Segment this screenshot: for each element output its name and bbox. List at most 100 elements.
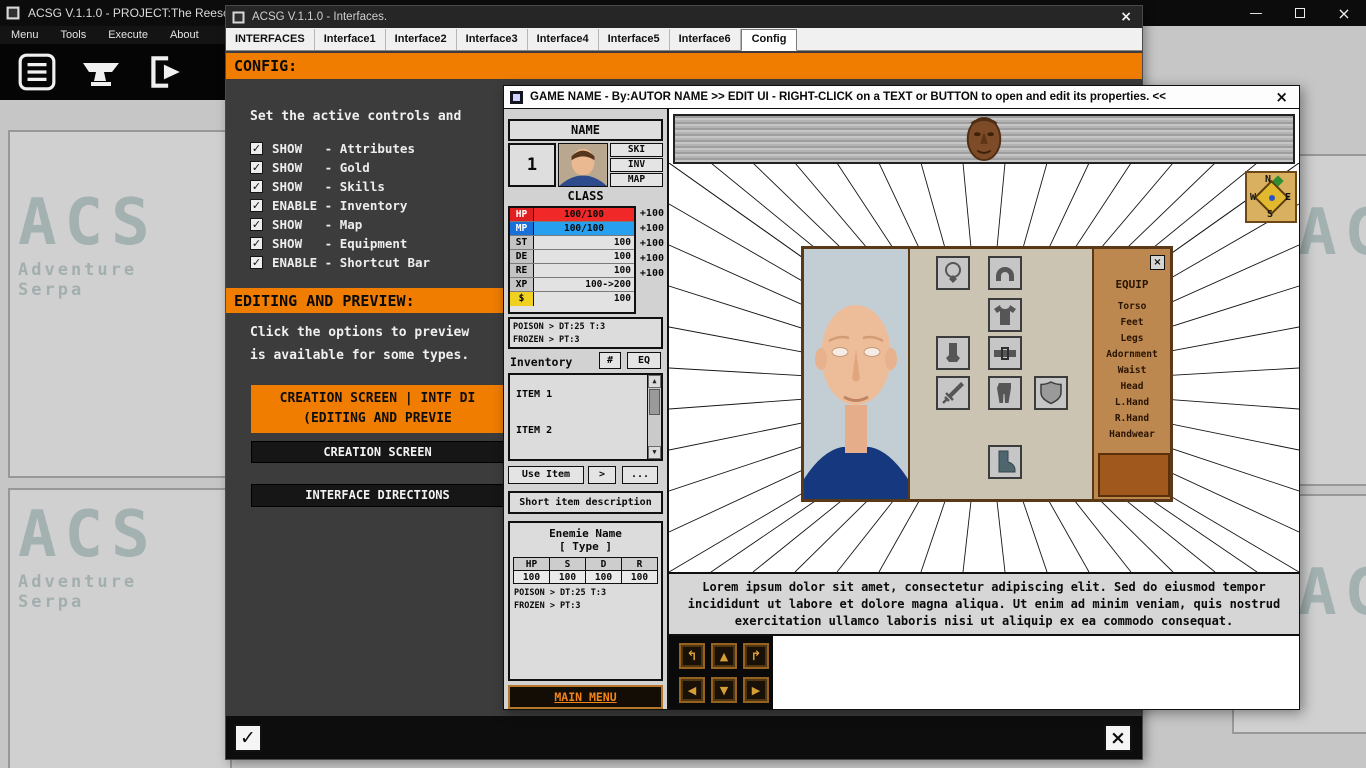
- menu-item-menu[interactable]: Menu: [0, 29, 50, 41]
- tab-config[interactable]: Config: [740, 29, 798, 51]
- turn-left-button[interactable]: ↰: [679, 643, 705, 669]
- checkbox-show-map[interactable]: ✓ SHOW - Map: [250, 215, 430, 234]
- inventory-item[interactable]: ITEM 2: [516, 425, 552, 436]
- map-button[interactable]: MAP: [610, 173, 663, 187]
- list-icon: [18, 53, 56, 91]
- up-arrow-icon: ▲: [719, 649, 729, 663]
- equip-slot-label-feet: Feet: [1120, 317, 1144, 328]
- status-frozen: FROZEN > PT:3: [513, 335, 580, 345]
- stat-row-xp: XP 100->200: [510, 278, 634, 292]
- run-toolbar-button[interactable]: [138, 47, 192, 97]
- menu-item-tools[interactable]: Tools: [50, 29, 98, 41]
- tab-interface5[interactable]: Interface5: [599, 29, 670, 50]
- creation-screen-button[interactable]: CREATION SCREEN: [251, 441, 504, 463]
- equip-close-icon[interactable]: ×: [1150, 255, 1165, 270]
- inventory-item[interactable]: ITEM 1: [516, 389, 552, 400]
- skills-button[interactable]: SKI: [610, 143, 663, 157]
- checkbox-icon: ✓: [250, 161, 263, 174]
- game-body: NAME 1 SKI INV MAP CLASS HP 100/100 MP 1…: [504, 109, 1299, 709]
- checkbox-label: ENABLE - Inventory: [272, 198, 408, 213]
- scrollbar-thumb[interactable]: [649, 389, 660, 415]
- character-name-box[interactable]: NAME: [508, 119, 663, 141]
- menu-item-about[interactable]: About: [159, 29, 210, 41]
- adornment-slot[interactable]: [936, 256, 970, 290]
- turn-right-button[interactable]: ↱: [743, 643, 769, 669]
- checkbox-show-gold[interactable]: ✓ SHOW - Gold: [250, 158, 430, 177]
- list-toolbar-button[interactable]: [10, 47, 64, 97]
- equip-list-panel: × EQUIP Torso Feet Legs Adornment Waist …: [1094, 249, 1170, 499]
- tab-interface4[interactable]: Interface4: [528, 29, 599, 50]
- checkbox-show-skills[interactable]: ✓ SHOW - Skills: [250, 177, 430, 196]
- tab-interface1[interactable]: Interface1: [315, 29, 386, 50]
- character-sidebar: NAME 1 SKI INV MAP CLASS HP 100/100 MP 1…: [504, 109, 669, 709]
- close-icon[interactable]: ×: [1275, 88, 1288, 106]
- equip-slot-label-rhand: R.Hand: [1114, 413, 1150, 424]
- inventory-button[interactable]: INV: [610, 158, 663, 172]
- left-hand-slot[interactable]: [936, 376, 970, 410]
- scroll-up-icon[interactable]: ▲: [648, 375, 661, 388]
- inventory-list: ITEM 1 ITEM 2 ▲ ▼: [508, 373, 663, 461]
- carved-face-icon: [966, 116, 1002, 162]
- gold-label: $: [510, 292, 534, 306]
- checkbox-show-equipment[interactable]: ✓ SHOW - Equipment: [250, 234, 430, 253]
- character-avatar[interactable]: [558, 143, 608, 187]
- movement-controls: ↰ ▲ ↱ ◀ ▼ ▶: [669, 636, 773, 709]
- main-menu-button[interactable]: MAIN MENU: [508, 685, 663, 709]
- legs-slot[interactable]: [988, 376, 1022, 410]
- inventory-number-button[interactable]: #: [599, 352, 621, 369]
- menu-item-execute[interactable]: Execute: [97, 29, 159, 41]
- maximize-button[interactable]: [1278, 0, 1322, 26]
- torso-slot[interactable]: [988, 298, 1022, 332]
- st-mod: +100: [639, 238, 664, 249]
- head-slot[interactable]: [988, 256, 1022, 290]
- move-right-button[interactable]: ▶: [743, 677, 769, 703]
- tab-interface2[interactable]: Interface2: [386, 29, 457, 50]
- tab-interface6[interactable]: Interface6: [670, 29, 741, 50]
- checkbox-enable-shortcut-bar[interactable]: ✓ ENABLE - Shortcut Bar: [250, 253, 430, 272]
- equip-slot-label-head: Head: [1120, 381, 1144, 392]
- checkbox-show-attributes[interactable]: ✓ SHOW - Attributes: [250, 139, 430, 158]
- move-back-button[interactable]: ▼: [711, 677, 737, 703]
- creation-screen-intf-button[interactable]: CREATION SCREEN | INTF DI (EDITING AND P…: [251, 385, 504, 433]
- interface-directions-button[interactable]: INTERFACE DIRECTIONS: [251, 484, 504, 507]
- project-panel: [8, 488, 232, 768]
- tab-interface3[interactable]: Interface3: [457, 29, 528, 50]
- enemy-stats-table: HP S D R 100 100 100 100: [513, 557, 658, 584]
- inventory-scrollbar[interactable]: ▲ ▼: [647, 375, 661, 459]
- down-arrow-icon: ▼: [719, 683, 729, 697]
- move-left-button[interactable]: ◀: [679, 677, 705, 703]
- hp-label: HP: [510, 208, 534, 221]
- compass-w: W: [1250, 192, 1257, 203]
- checkbox-enable-inventory[interactable]: ✓ ENABLE - Inventory: [250, 196, 430, 215]
- close-x-icon[interactable]: ×: [1104, 724, 1132, 752]
- left-arrow-icon: ◀: [687, 683, 697, 697]
- run-icon: [151, 56, 180, 88]
- close-icon[interactable]: ×: [1120, 9, 1132, 25]
- next-item-button[interactable]: >: [588, 466, 616, 484]
- creation-button-line1: CREATION SCREEN | INTF DI: [279, 391, 476, 406]
- de-mod: +100: [639, 253, 664, 264]
- inventory-eq-button[interactable]: EQ: [627, 352, 661, 369]
- anvil-toolbar-button[interactable]: [74, 47, 128, 97]
- stat-modifiers: +100 +100 +100 +100 +100: [636, 208, 664, 283]
- move-forward-button[interactable]: ▲: [711, 643, 737, 669]
- feet-slot[interactable]: [988, 445, 1022, 479]
- scroll-down-icon[interactable]: ▼: [648, 446, 661, 459]
- re-value: 100: [613, 265, 631, 276]
- handwear-slot[interactable]: [936, 336, 970, 370]
- confirm-checkbox-icon[interactable]: ✓: [234, 724, 262, 752]
- enemy-status-poison: POISON > DT:25 T:3: [514, 588, 607, 598]
- minimize-button[interactable]: —: [1234, 0, 1278, 26]
- editing-text-line2: is available for some types.: [250, 348, 470, 363]
- tab-interfaces[interactable]: INTERFACES: [226, 29, 315, 50]
- character-level-box[interactable]: 1: [508, 143, 556, 187]
- compass-n: N: [1265, 174, 1272, 185]
- waist-slot[interactable]: [988, 336, 1022, 370]
- de-label: DE: [510, 250, 534, 263]
- message-line2: incididunt ut labore et dolore magna ali…: [687, 597, 1281, 611]
- more-options-button[interactable]: ...: [622, 466, 658, 484]
- use-item-button[interactable]: Use Item: [508, 466, 584, 484]
- right-hand-slot[interactable]: [1034, 376, 1068, 410]
- close-button[interactable]: ×: [1322, 0, 1366, 26]
- turn-right-icon: ↱: [750, 648, 762, 664]
